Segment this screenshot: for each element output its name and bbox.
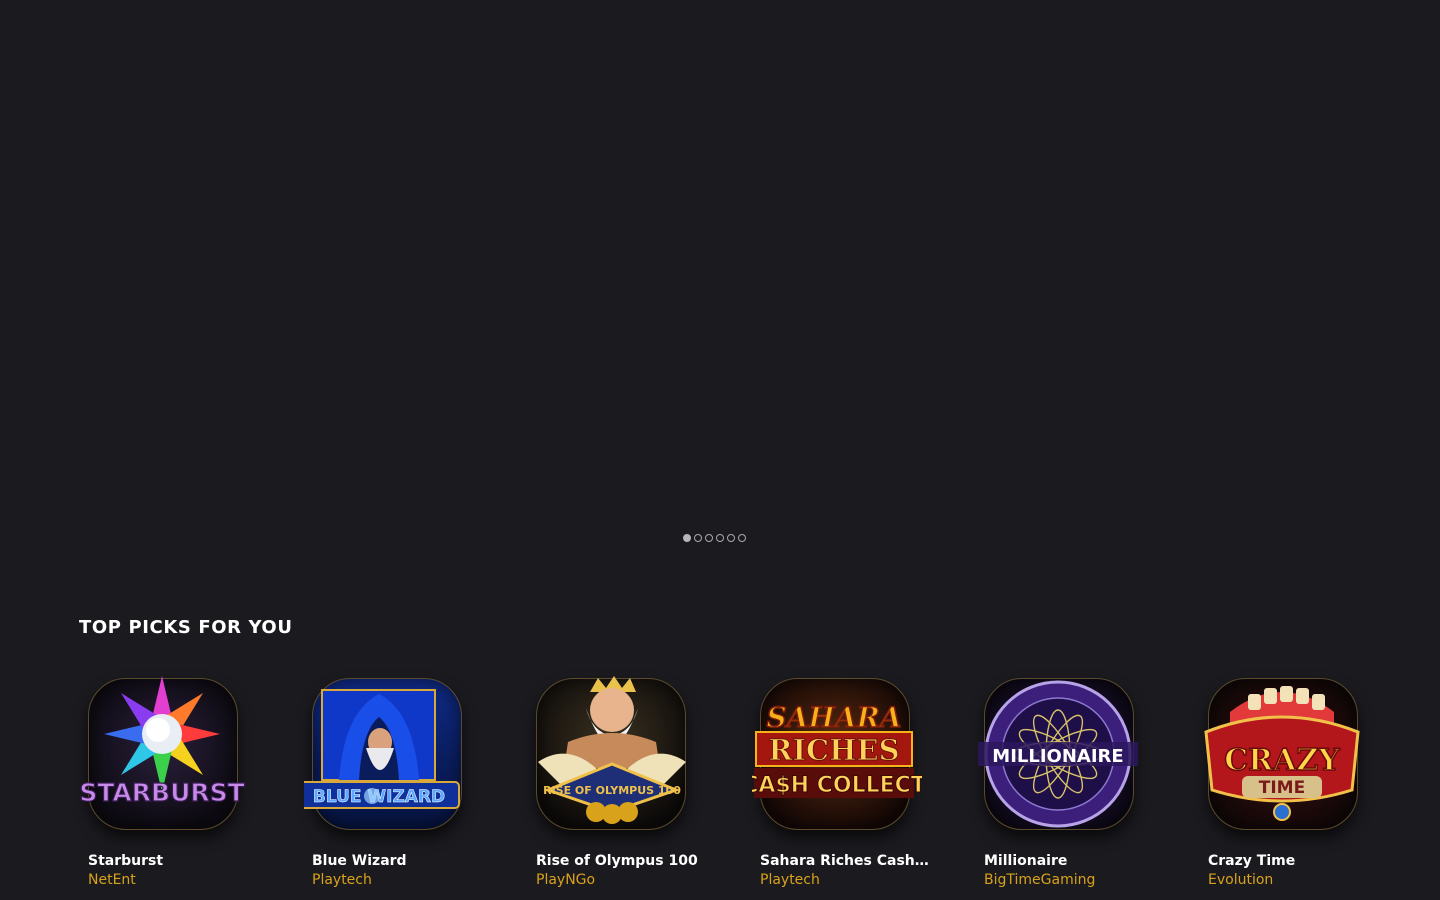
carousel-pagination [683, 534, 746, 542]
hero-banner-carousel[interactable] [0, 0, 1440, 560]
casino-page: TOP PICKS FOR YOU STARBURST Starburst Ne… [0, 0, 1440, 900]
game-title[interactable]: Rise of Olympus 100 [536, 853, 706, 869]
blue-wizard-logo-icon: BLUE WIZARD [304, 689, 460, 809]
svg-text:CA$H COLLECT: CA$H COLLECT [752, 773, 922, 798]
sahara-riches-logo-icon: SAHARA RICHES CA$H COLLECT [752, 700, 922, 798]
game-title[interactable]: Millionaire [984, 853, 1154, 869]
game-title[interactable]: Starburst [88, 853, 258, 869]
svg-text:TIME: TIME [1259, 778, 1305, 798]
game-title[interactable]: Blue Wizard [312, 853, 482, 869]
carousel-dot-6[interactable] [738, 534, 746, 542]
game-provider: BigTimeGaming [984, 872, 1096, 888]
crazy-time-logo-icon: CRAZY TIME [1204, 686, 1360, 821]
svg-text:STARBURST: STARBURST [80, 778, 245, 807]
game-title[interactable]: Sahara Riches Cash Collect [760, 853, 930, 869]
top-picks-game-list: STARBURST Starburst NetEnt BLUE WIZARD B… [80, 672, 1370, 900]
starburst-logo-icon: STARBURST [80, 676, 245, 808]
svg-text:RISE OF OLYMPUS 100: RISE OF OLYMPUS 100 [543, 784, 681, 797]
game-card-sahara-riches-cash-collect[interactable]: SAHARA RICHES CA$H COLLECT Sahara Riches… [752, 672, 930, 888]
carousel-dot-1[interactable] [683, 534, 691, 542]
carousel-dot-3[interactable] [705, 534, 713, 542]
game-thumbnail[interactable]: MILLIONAIRE [976, 672, 1146, 837]
game-provider: PlayNGo [536, 872, 596, 888]
game-thumbnail[interactable]: STARBURST [80, 672, 250, 837]
game-provider: NetEnt [88, 872, 136, 888]
game-thumbnail[interactable]: SAHARA RICHES CA$H COLLECT [752, 672, 922, 837]
game-card-rise-of-olympus-100[interactable]: RISE OF OLYMPUS 100 Rise of Olympus 100 … [528, 672, 698, 888]
svg-text:SAHARA: SAHARA [766, 701, 901, 734]
svg-text:CRAZY: CRAZY [1224, 743, 1340, 778]
carousel-dot-2[interactable] [694, 534, 702, 542]
game-card-starburst[interactable]: STARBURST Starburst NetEnt [80, 672, 250, 888]
game-card-millionaire[interactable]: MILLIONAIRE Millionaire BigTimeGaming [976, 672, 1146, 888]
game-card-crazy-time[interactable]: CRAZY TIME Crazy Time Evolution [1200, 672, 1370, 888]
game-title[interactable]: Crazy Time [1208, 853, 1378, 869]
svg-text:MILLIONAIRE: MILLIONAIRE [992, 746, 1123, 767]
carousel-dot-5[interactable] [727, 534, 735, 542]
game-provider: Playtech [312, 872, 372, 888]
game-provider: Evolution [1208, 872, 1274, 888]
millionaire-logo-icon: MILLIONAIRE [978, 680, 1138, 828]
svg-text:RICHES: RICHES [768, 733, 899, 767]
game-thumbnail[interactable]: CRAZY TIME [1200, 672, 1370, 837]
game-thumbnail[interactable]: RISE OF OLYMPUS 100 [528, 672, 698, 837]
game-thumbnail[interactable]: BLUE WIZARD [304, 672, 474, 837]
game-card-blue-wizard[interactable]: BLUE WIZARD Blue Wizard Playtech [304, 672, 474, 888]
game-provider: Playtech [760, 872, 820, 888]
carousel-dot-4[interactable] [716, 534, 724, 542]
rise-of-olympus-logo-icon: RISE OF OLYMPUS 100 [538, 676, 686, 824]
section-title: TOP PICKS FOR YOU [79, 617, 293, 638]
